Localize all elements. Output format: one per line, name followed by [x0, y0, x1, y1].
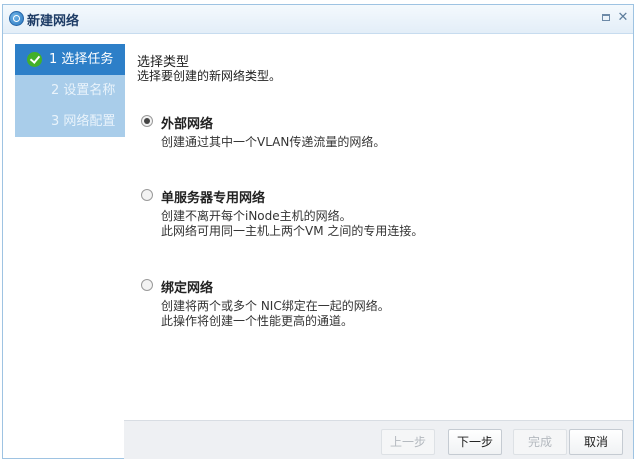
step-label: 2 设置名称 [51, 83, 116, 98]
previous-button[interactable]: 上一步 [381, 429, 435, 455]
network-icon [9, 11, 24, 26]
radio-external-network[interactable] [141, 115, 153, 127]
check-icon [27, 52, 42, 67]
option-label: 单服务器专用网络 [161, 191, 266, 206]
finish-button[interactable]: 完成 [513, 429, 567, 455]
option-label: 绑定网络 [161, 281, 214, 296]
title-bar: 新建网络 ✕ [3, 5, 633, 34]
option-label: 外部网络 [161, 117, 214, 132]
radio-private-network[interactable] [141, 189, 153, 201]
step-set-name: 2 设置名称 [15, 75, 125, 106]
close-icon[interactable]: ✕ [617, 11, 629, 24]
next-button[interactable]: 下一步 [448, 429, 502, 455]
step-label: 1 选择任务 [49, 52, 114, 67]
dialog-title: 新建网络 [27, 14, 80, 29]
radio-bonded-network[interactable] [141, 279, 153, 291]
wizard-steps: 1 选择任务 2 设置名称 3 网络配置 [15, 44, 125, 137]
option-description: 此操作将创建一个性能更高的通道。 [161, 314, 354, 328]
step-label: 3 网络配置 [51, 114, 116, 129]
cancel-button[interactable]: 取消 [569, 429, 623, 455]
maximize-icon[interactable] [601, 12, 613, 24]
option-description: 此网络可用同一主机上两个VM 之间的专用连接。 [161, 224, 424, 238]
step-network-config: 3 网络配置 [15, 106, 125, 137]
section-subtitle: 选择要创建的新网络类型。 [137, 69, 282, 83]
dialog-footer: 上一步 下一步 完成 取消 [124, 420, 633, 459]
option-description: 创建通过其中一个VLAN传递流量的网络。 [161, 135, 386, 149]
new-network-dialog: 新建网络 ✕ 1 选择任务 2 设置名称 3 网络配置 选择类型 选择要创建的新… [2, 4, 634, 459]
step-select-task[interactable]: 1 选择任务 [15, 44, 125, 75]
